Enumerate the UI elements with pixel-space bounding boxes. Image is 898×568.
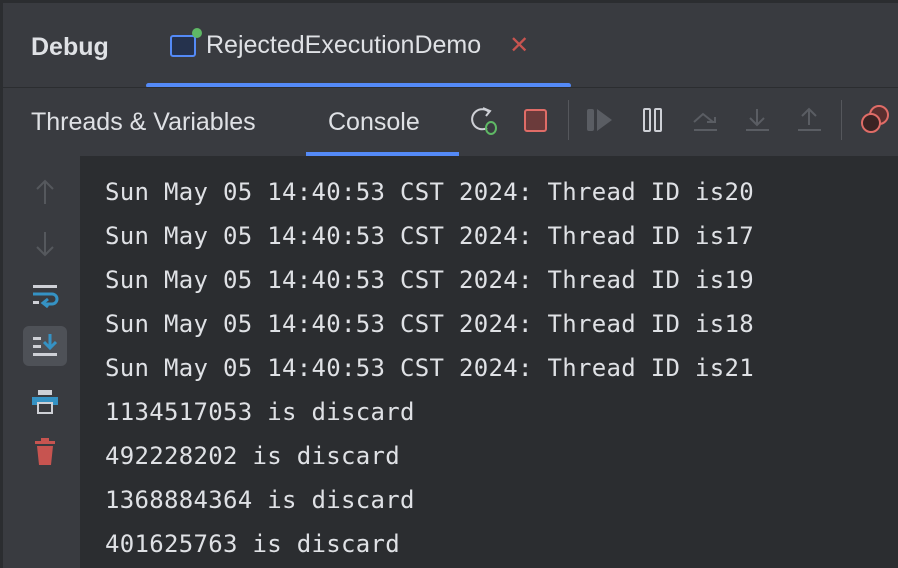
toolbar-separator xyxy=(568,100,569,140)
application-icon xyxy=(170,27,202,57)
clear-all-icon[interactable] xyxy=(23,432,67,472)
tool-window-title: Debug xyxy=(31,33,109,61)
tab-threads-variables[interactable]: Threads & Variables xyxy=(31,108,256,137)
scroll-to-end-icon[interactable] xyxy=(23,326,67,366)
console-line: 492228202 is discard xyxy=(105,442,400,470)
view-breakpoints-icon[interactable] xyxy=(859,104,891,136)
step-into-icon[interactable] xyxy=(741,104,773,136)
step-out-icon[interactable] xyxy=(793,104,825,136)
rerun-debug-icon[interactable] xyxy=(468,104,500,136)
debug-header: Debug RejectedExecutionDemo ✕ xyxy=(0,0,898,88)
debug-toolbar: Threads & Variables Console xyxy=(0,87,898,156)
step-over-icon[interactable] xyxy=(689,104,721,136)
soft-wrap-icon[interactable] xyxy=(23,276,67,316)
console-line: Sun May 05 14:40:53 CST 2024: Thread ID … xyxy=(105,310,754,338)
tab-console[interactable]: Console xyxy=(328,108,420,137)
up-arrow-icon[interactable] xyxy=(23,172,67,212)
close-icon[interactable]: ✕ xyxy=(509,31,529,60)
tab-label: RejectedExecutionDemo xyxy=(206,31,482,59)
tab-rejected-execution-demo[interactable]: RejectedExecutionDemo ✕ xyxy=(170,27,529,60)
console-line: Sun May 05 14:40:53 CST 2024: Thread ID … xyxy=(105,266,754,294)
console-line: 1368884364 is discard xyxy=(105,486,415,514)
console-output[interactable]: Sun May 05 14:40:53 CST 2024: Thread ID … xyxy=(80,156,898,568)
print-icon[interactable] xyxy=(23,382,67,422)
console-line: Sun May 05 14:40:53 CST 2024: Thread ID … xyxy=(105,354,754,382)
pause-icon[interactable] xyxy=(637,104,669,136)
console-line: Sun May 05 14:40:53 CST 2024: Thread ID … xyxy=(105,222,754,250)
console-gutter xyxy=(0,156,80,568)
console-line: 401625763 is discard xyxy=(105,530,400,558)
console-line: 1134517053 is discard xyxy=(105,398,415,426)
toolbar-separator xyxy=(841,100,842,140)
stop-icon[interactable] xyxy=(519,104,551,136)
resume-icon[interactable] xyxy=(584,104,616,136)
console-line: Sun May 05 14:40:53 CST 2024: Thread ID … xyxy=(105,178,754,206)
down-arrow-icon[interactable] xyxy=(23,224,67,264)
